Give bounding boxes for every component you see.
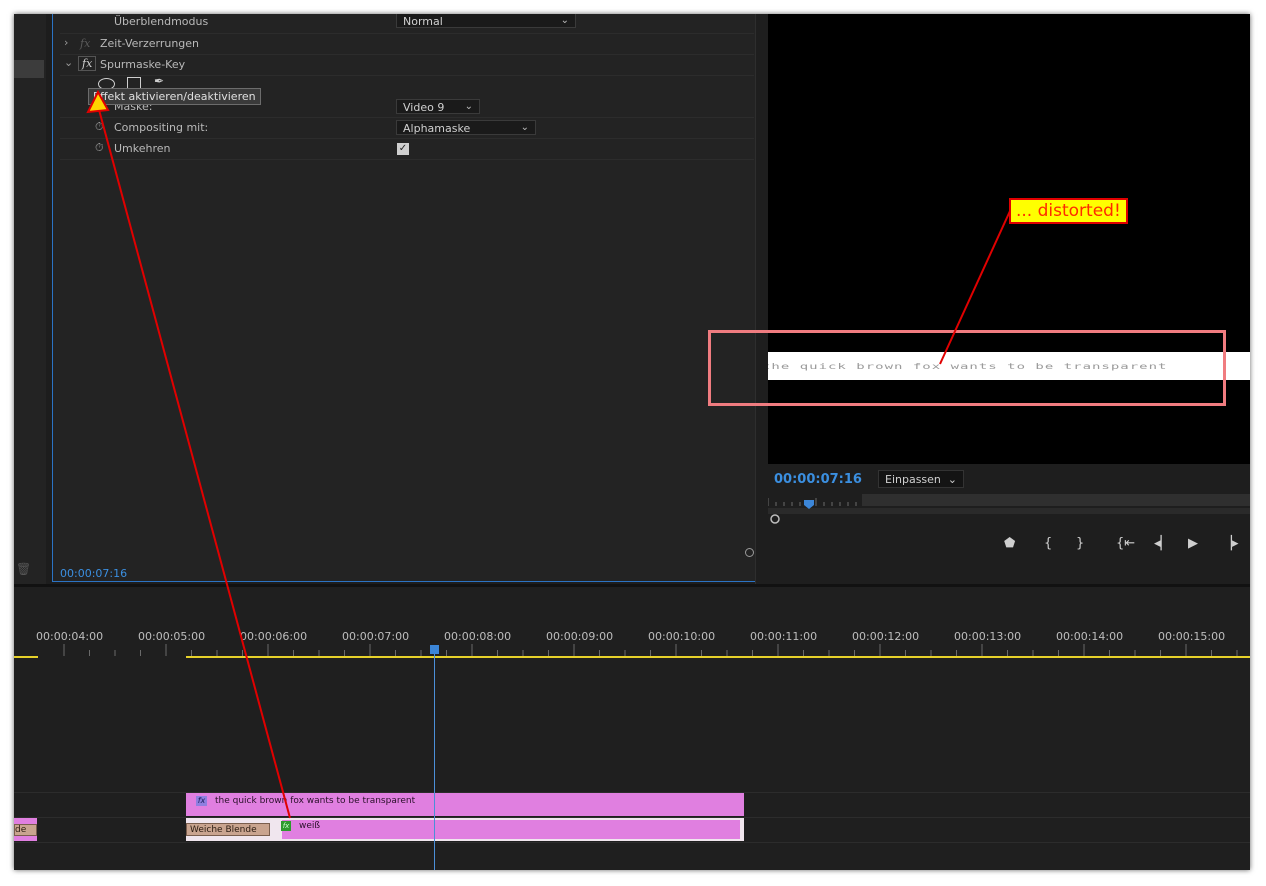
- arrowhead-icon: [86, 89, 110, 114]
- pointer-arrow: [97, 105, 291, 819]
- callout-arrow: [939, 210, 1011, 365]
- annotation-arrows: [86, 89, 1011, 819]
- premiere-window: 🗑 Überblendmodus Normal ⌄ ↺ › fx Zeit-Ve…: [14, 14, 1250, 870]
